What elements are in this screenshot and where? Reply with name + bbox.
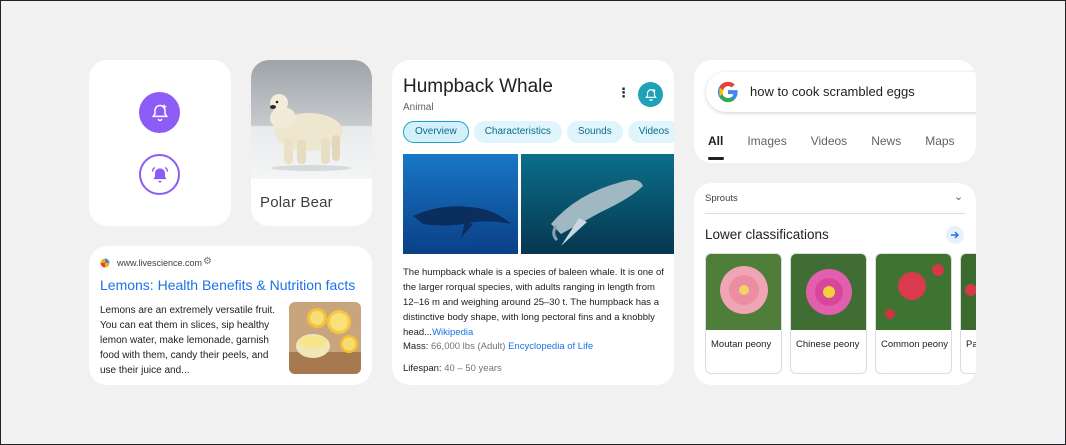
list-item[interactable]: Chinese peony: [790, 253, 867, 374]
search-tabs: All Images Videos News Maps: [708, 134, 976, 148]
peony-name: Pa te: [966, 339, 976, 350]
tab-videos[interactable]: Videos: [627, 121, 674, 143]
site-favicon-icon: [100, 258, 110, 268]
bell-add-icon: [151, 104, 168, 121]
mass-fact: Mass: 66,000 lbs (Adult) Encyclopedia of…: [403, 341, 593, 352]
lifespan-fact: Lifespan: 40 – 50 years: [403, 363, 502, 374]
tab-overview[interactable]: Overview: [403, 121, 469, 143]
polar-bear-image: [251, 60, 372, 179]
peony-name: Common peony: [881, 339, 949, 350]
list-item[interactable]: Pa te: [960, 253, 976, 374]
divider: [705, 213, 965, 214]
peony-name: Chinese peony: [796, 339, 860, 350]
search-query: how to cook scrambled eggs: [750, 84, 915, 99]
eol-link[interactable]: Encyclopedia of Life: [508, 341, 593, 352]
bell-add-button[interactable]: [139, 92, 180, 133]
classifications-card: Sprouts ⌄ Lower classifications Moutan p…: [694, 183, 976, 385]
bell-ringing-button[interactable]: [139, 154, 180, 195]
gear-icon[interactable]: ⚙: [203, 256, 212, 267]
sprouts-header[interactable]: Sprouts: [705, 193, 738, 204]
peony-image: [961, 254, 976, 330]
bell-ringing-icon: [151, 166, 168, 182]
more-options-icon[interactable]: ⋮: [617, 86, 630, 99]
knowledge-panel: Humpback Whale Animal ⋮ Overview Charact…: [392, 60, 674, 385]
chinese-peony-image: [791, 254, 866, 330]
result-snippet: Lemons are an extremely versatile fruit.…: [100, 305, 276, 376]
polar-bear-card[interactable]: Polar Bear: [251, 60, 372, 226]
arrow-right-icon: [951, 231, 959, 239]
moutan-peony-image: [706, 254, 781, 330]
list-item[interactable]: Common peony: [875, 253, 952, 374]
tab-characteristics[interactable]: Characteristics: [473, 121, 562, 143]
wikipedia-link[interactable]: Wikipedia: [432, 327, 473, 338]
tab-videos[interactable]: Videos: [811, 134, 847, 148]
result-title-link[interactable]: Lemons: Health Benefits & Nutrition fact…: [100, 277, 355, 293]
common-peony-image: [876, 254, 951, 330]
whale-image-1[interactable]: [403, 154, 518, 254]
bell-add-icon: [644, 88, 657, 101]
follow-bell-button[interactable]: [638, 82, 663, 107]
whale-image-2[interactable]: [521, 154, 674, 254]
notification-card: [89, 60, 231, 226]
polar-bear-title: Polar Bear: [260, 194, 333, 211]
active-tab-indicator: [708, 157, 724, 160]
tab-news[interactable]: News: [871, 134, 901, 148]
tab-all[interactable]: All: [708, 134, 723, 148]
peony-name: Moutan peony: [711, 339, 772, 350]
panel-description: The humpback whale is a species of balee…: [403, 265, 665, 340]
mass-label: Mass:: [403, 341, 429, 352]
lifespan-label: Lifespan:: [403, 363, 442, 374]
tab-maps[interactable]: Maps: [925, 134, 954, 148]
lifespan-value: 40 – 50 years: [444, 363, 502, 374]
panel-subtitle: Animal: [403, 102, 434, 113]
list-item[interactable]: Moutan peony: [705, 253, 782, 374]
panel-title: Humpback Whale: [403, 76, 553, 97]
tab-images[interactable]: Images: [747, 134, 786, 148]
mass-value: 66,000 lbs (Adult): [430, 341, 506, 352]
lemon-thumbnail: [289, 302, 361, 374]
search-card: how to cook scrambled eggs All Images Vi…: [694, 60, 976, 163]
lemon-result-card[interactable]: www.livescience.com ⚙ Lemons: Health Ben…: [89, 246, 372, 385]
arrow-right-button[interactable]: [946, 226, 964, 244]
search-input[interactable]: how to cook scrambled eggs: [706, 72, 976, 112]
panel-tabs: Overview Characteristics Sounds Videos: [403, 121, 674, 143]
result-site-url: www.livescience.com: [117, 258, 203, 268]
google-logo-icon: [717, 81, 738, 103]
tab-sounds[interactable]: Sounds: [566, 121, 623, 143]
chevron-down-icon[interactable]: ⌄: [954, 190, 963, 203]
section-title: Lower classifications: [705, 227, 829, 242]
